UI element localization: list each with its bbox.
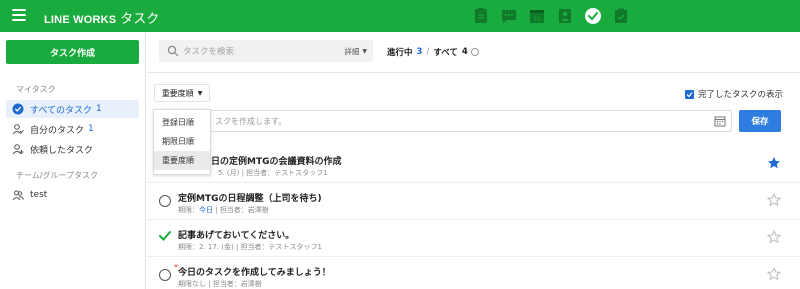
caret-down-icon: ▼ xyxy=(362,47,367,55)
task-due-value: 今日 xyxy=(199,206,213,214)
task-assignee: 担当者：テストスタッフ1 xyxy=(246,169,328,177)
star-outline-icon[interactable] xyxy=(767,193,781,207)
task-check-icon[interactable] xyxy=(583,6,603,26)
refresh-icon[interactable] xyxy=(470,48,479,56)
task-assignee: 担当者：テストスタッフ1 xyxy=(240,243,323,251)
sidebar-item-my-tasks[interactable]: 自分のタスク 1 xyxy=(6,120,139,138)
task-due-label: 期限なし xyxy=(178,280,206,288)
in-progress-count: 3 xyxy=(416,47,423,57)
header-divider xyxy=(147,72,800,73)
calendar-icon[interactable]: 31 xyxy=(527,6,547,26)
task-complete-checkbox[interactable] xyxy=(159,269,171,281)
top-bar: LINE WORKS タスク 31 xyxy=(0,0,800,32)
task-title[interactable]: 記事あげておいてください。 xyxy=(178,228,294,241)
show-completed-toggle[interactable]: 完了したタスクの表示 xyxy=(685,88,783,100)
app-name: タスク xyxy=(120,12,160,27)
task-row[interactable]: * 今日のタスクを作成してみましょう！ 期限なし | 担当者：岩澤樹 xyxy=(147,257,800,289)
sidebar-item-all-tasks[interactable]: すべてのタスク 1 xyxy=(6,100,139,118)
sidebar-item-group-test[interactable]: test xyxy=(6,186,139,204)
sidebar-item-label: 自分のタスク xyxy=(30,125,85,136)
check-circle-icon xyxy=(12,103,24,115)
sort-option-registered[interactable]: 登録日順 xyxy=(154,113,210,132)
task-title[interactable]: 日の定例MTGの会議資料の作成 xyxy=(211,154,341,167)
group-icon xyxy=(12,189,24,201)
star-outline-icon[interactable] xyxy=(767,230,781,244)
menu-icon[interactable] xyxy=(12,9,26,21)
search-placeholder: タスクを検索 xyxy=(183,47,235,57)
my-task-section-label: マイタスク xyxy=(16,85,56,94)
status-separator: / xyxy=(426,47,430,57)
brand-logo: LINE WORKS xyxy=(44,14,117,26)
task-title[interactable]: 今日のタスクを作成してみましょう！ xyxy=(178,265,331,278)
svg-text:31: 31 xyxy=(533,16,541,23)
task-assignee: 担当者：岩澤樹 xyxy=(219,206,269,214)
task-row[interactable]: 記事あげておいてください。 期限：2. 17. (金) | 担当者：テストスタッ… xyxy=(147,220,800,257)
sidebar-item-count: 1 xyxy=(96,104,102,114)
task-due-value: 5. (月) xyxy=(218,169,240,177)
show-completed-label: 完了したタスクの表示 xyxy=(698,90,784,100)
task-meta: 期限：2. 17. (金) | 担当者：テストスタッフ1 xyxy=(178,243,323,251)
in-progress-label[interactable]: 進行中 xyxy=(387,46,413,58)
team-task-section-label: チーム/グループタスク xyxy=(16,171,98,180)
chat-icon[interactable] xyxy=(499,6,519,26)
save-button[interactable]: 保存 xyxy=(739,110,781,132)
all-count: 4 xyxy=(461,47,468,57)
checkbox[interactable] xyxy=(685,89,694,99)
task-complete-checkbox[interactable] xyxy=(159,195,171,207)
task-status-summary: 進行中 3 / すべて 4 xyxy=(387,46,479,58)
search-detail-label: 詳細 xyxy=(344,46,360,56)
sidebar-item-requested-tasks[interactable]: 依頼したタスク xyxy=(6,140,139,158)
task-row[interactable]: 定例MTGの日程調整（上司を待ち) 期限：今日 | 担当者：岩澤樹 xyxy=(147,183,800,220)
sort-dropdown-menu: 登録日順 期限日順 重要度順 xyxy=(153,109,211,175)
sort-option-importance[interactable]: 重要度順 xyxy=(154,151,210,170)
task-due-label: 期限： xyxy=(178,206,199,214)
person-add-icon xyxy=(12,143,24,155)
notes-icon[interactable] xyxy=(471,6,491,26)
sidebar: タスク作成 マイタスク すべてのタスク 1 自分のタスク 1 依頼したタスク チ… xyxy=(0,32,146,289)
task-meta: 期限：今日 | 担当者：岩澤樹 xyxy=(178,206,269,214)
contacts-icon[interactable] xyxy=(555,6,575,26)
sidebar-item-label: test xyxy=(30,190,48,200)
task-due-value: 2. 17. (金) xyxy=(199,243,234,251)
sidebar-item-label: すべてのタスク xyxy=(30,105,93,116)
create-task-button[interactable]: タスク作成 xyxy=(6,40,139,64)
calendar-icon[interactable] xyxy=(714,115,726,127)
person-icon xyxy=(12,123,24,135)
all-label[interactable]: すべて xyxy=(433,46,458,58)
task-meta: 期限なし | 担当者：岩澤樹 xyxy=(178,280,262,288)
task-title[interactable]: 定例MTGの日程調整（上司を待ち) xyxy=(178,191,322,204)
sort-current-label: 重要度順 xyxy=(161,88,194,98)
star-outline-icon[interactable] xyxy=(767,267,781,281)
clipboard-icon[interactable] xyxy=(611,6,631,26)
search-input[interactable]: タスクを検索 詳細 ▼ xyxy=(159,40,373,62)
sidebar-item-count: 1 xyxy=(88,124,94,134)
app-switcher: 31 xyxy=(471,6,639,26)
task-meta: 5. (月) | 担当者：テストスタッフ1 xyxy=(218,169,328,177)
checkmark-icon[interactable] xyxy=(158,229,172,243)
caret-down-icon: ▼ xyxy=(197,89,203,97)
sort-dropdown-button[interactable]: 重要度順 ▼ xyxy=(154,84,210,102)
new-task-placeholder: スクを作成します。 xyxy=(215,116,287,126)
search-icon xyxy=(167,45,179,57)
star-filled-icon[interactable] xyxy=(767,156,781,170)
task-due-label: 期限： xyxy=(178,243,199,251)
brand: LINE WORKS タスク xyxy=(44,8,159,27)
sort-option-due-date[interactable]: 期限日順 xyxy=(154,132,210,151)
search-detail-button[interactable]: 詳細 ▼ xyxy=(344,46,367,57)
sidebar-item-label: 依頼したタスク xyxy=(30,145,94,156)
new-task-input[interactable]: スクを作成します。 xyxy=(154,110,732,132)
task-assignee: 担当者：岩澤樹 xyxy=(212,280,262,288)
task-row[interactable]: 日の定例MTGの会議資料の作成 5. (月) | 担当者：テストスタッフ1 xyxy=(147,146,800,183)
